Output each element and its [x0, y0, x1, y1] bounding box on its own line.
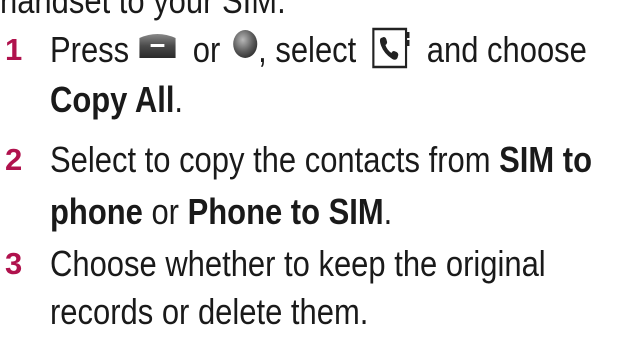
command-name: Copy All [50, 79, 175, 120]
step-number: 3 [5, 246, 23, 281]
option-name: Phone to SIM [187, 191, 384, 232]
cut-off-heading-line: handset to your SIM. [0, 0, 286, 21]
step-text: or [184, 29, 229, 70]
step-text: and choose [418, 29, 587, 70]
step-text: , select [258, 29, 365, 70]
step-text: or [142, 191, 188, 232]
step-1-line-1: Press or , select and choose [50, 28, 587, 74]
step-text: Choose whether to keep the original [50, 243, 546, 284]
manual-page: handset to your SIM. 1 Press or , select… [0, 0, 643, 337]
ok-button-icon [232, 29, 258, 59]
step-2-line-2: phone or Phone to SIM. [50, 192, 392, 232]
step-3-line-1: Choose whether to keep the original [50, 244, 546, 284]
step-text: Select to copy the contacts from [50, 139, 500, 180]
step-2-line-1: Select to copy the contacts from SIM to [50, 140, 592, 180]
step-1-line-2: Copy All. [50, 80, 183, 120]
step-text: . [383, 191, 393, 232]
step-3-line-2: records or delete them. [50, 292, 368, 332]
step-text: . [174, 79, 184, 120]
step-text: Press [50, 29, 130, 70]
step-number: 1 [5, 32, 23, 67]
step-text: records or delete them. [50, 291, 369, 332]
contacts-icon [372, 26, 412, 70]
option-name: phone [50, 191, 143, 232]
menu-softkey-icon [138, 32, 178, 60]
option-name: SIM to [499, 139, 593, 180]
step-number: 2 [5, 142, 23, 177]
